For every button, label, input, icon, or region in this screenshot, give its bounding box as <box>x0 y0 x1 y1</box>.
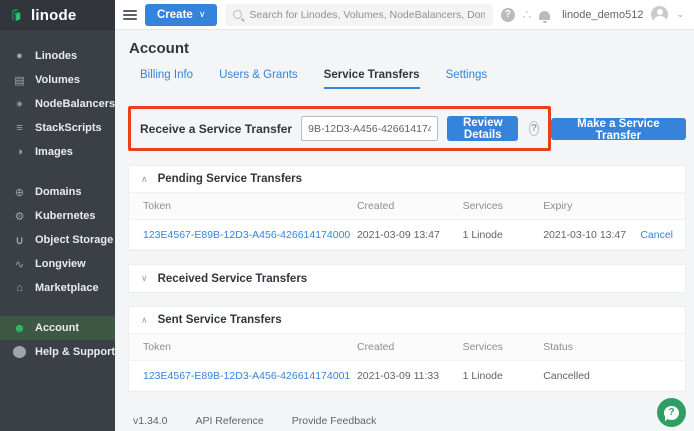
sidebar-item-help-support[interactable]: ? Help & Support <box>0 340 115 364</box>
create-button[interactable]: Create ∨ <box>145 4 217 26</box>
main-content: Account Billing Info Users & Grants Serv… <box>115 30 694 431</box>
tab-settings[interactable]: Settings <box>446 69 488 89</box>
search-icon <box>233 10 242 19</box>
transfer-token-input[interactable] <box>301 116 438 141</box>
transfer-token-link[interactable]: 123E4567-E89B-12D3-A456-426614174000 <box>143 229 350 241</box>
sidebar-item-domains[interactable]: Domains <box>0 180 115 204</box>
domains-icon <box>13 186 26 199</box>
logo-text: linode <box>31 7 76 24</box>
table-row: 123E4567-E89B-12D3-A456-426614174001 202… <box>129 361 685 391</box>
sidebar-item-images[interactable]: Images <box>0 140 115 164</box>
search-input[interactable] <box>249 9 484 21</box>
linode-logo-icon <box>10 8 25 23</box>
sent-transfers-header[interactable]: ∧ Sent Service Transfers <box>129 307 685 334</box>
table-row: 123E4567-E89B-12D3-A456-426614174000 202… <box>129 220 685 250</box>
status-cell: Cancelled <box>543 370 629 382</box>
longview-icon <box>13 258 26 271</box>
volumes-icon <box>13 74 26 87</box>
sidebar-item-longview[interactable]: Longview <box>0 252 115 276</box>
sidebar-item-object-storage[interactable]: Object Storage <box>0 228 115 252</box>
collapse-chevron-icon: ∧ <box>141 174 148 185</box>
profile-chevron-down-icon[interactable]: ⌄ <box>676 9 684 20</box>
search-bar[interactable] <box>225 4 492 26</box>
help-icon: ? <box>13 346 26 358</box>
received-transfers-header[interactable]: ∨ Received Service Transfers <box>129 265 685 292</box>
stackscripts-icon <box>13 122 26 134</box>
community-icon[interactable]: ∴ <box>523 8 531 21</box>
chevron-down-icon: ∨ <box>199 9 206 20</box>
images-icon <box>13 146 26 158</box>
expiry-cell: 2021-03-10 13:47 <box>543 229 629 241</box>
sidebar-item-linodes[interactable]: Linodes <box>0 44 115 68</box>
pending-transfers-panel: ∧ Pending Service Transfers Token Create… <box>128 165 686 251</box>
transfer-token-link[interactable]: 123E4567-E89B-12D3-A456-426614174001 <box>143 370 350 382</box>
tab-billing-info[interactable]: Billing Info <box>140 69 193 89</box>
receive-transfer-highlight-box: Receive a Service Transfer Review Detail… <box>128 106 551 151</box>
avatar[interactable] <box>651 6 668 23</box>
expand-chevron-icon: ∨ <box>141 273 148 284</box>
object-storage-icon <box>13 234 26 247</box>
sidebar-item-volumes[interactable]: Volumes <box>0 68 115 92</box>
footer: v1.34.0 API Reference Provide Feedback <box>128 405 686 427</box>
page-title: Account <box>129 40 686 57</box>
notifications-bell-icon[interactable] <box>539 11 550 20</box>
kubernetes-icon <box>13 210 26 223</box>
services-cell: 1 Linode <box>463 229 544 241</box>
sidebar: linode Linodes Volumes NodeBalancers Sta… <box>0 0 115 431</box>
pending-table-header: Token Created Services Expiry <box>129 193 685 220</box>
provide-feedback-link[interactable]: Provide Feedback <box>292 415 377 427</box>
sidebar-item-kubernetes[interactable]: Kubernetes <box>0 204 115 228</box>
sidebar-item-account[interactable]: Account <box>0 316 115 340</box>
support-chat-button[interactable]: ? <box>657 398 686 427</box>
sidebar-item-nodebalancers[interactable]: NodeBalancers <box>0 92 115 116</box>
help-icon[interactable]: ? <box>501 8 515 22</box>
top-bar: Create ∨ ? ∴ linode_demo512 ⌄ <box>115 0 694 30</box>
menu-icon[interactable] <box>123 10 137 20</box>
question-bubble-icon: ? <box>664 406 679 420</box>
created-cell: 2021-03-09 11:33 <box>357 370 463 382</box>
review-details-button[interactable]: Review Details <box>447 116 518 141</box>
receive-transfer-row: Receive a Service Transfer Review Detail… <box>128 106 686 151</box>
tab-service-transfers[interactable]: Service Transfers <box>324 69 420 89</box>
version-label: v1.34.0 <box>133 415 167 427</box>
services-cell: 1 Linode <box>463 370 544 382</box>
make-service-transfer-button[interactable]: Make a Service Transfer <box>551 118 686 140</box>
cancel-link[interactable]: Cancel <box>640 229 673 241</box>
sidebar-item-stackscripts[interactable]: StackScripts <box>0 116 115 140</box>
nodebalancers-icon <box>13 98 26 111</box>
linode-logo[interactable]: linode <box>0 0 115 30</box>
tab-users-grants[interactable]: Users & Grants <box>219 69 298 89</box>
created-cell: 2021-03-09 13:47 <box>357 229 463 241</box>
account-icon <box>13 321 26 335</box>
account-tabs: Billing Info Users & Grants Service Tran… <box>128 69 686 90</box>
received-transfers-panel: ∨ Received Service Transfers <box>128 264 686 293</box>
help-tooltip-icon[interactable]: ? <box>529 121 538 136</box>
collapse-chevron-icon: ∧ <box>141 315 148 326</box>
marketplace-icon <box>13 282 26 294</box>
sent-transfers-panel: ∧ Sent Service Transfers Token Created S… <box>128 306 686 392</box>
sidebar-item-marketplace[interactable]: Marketplace <box>0 276 115 300</box>
api-reference-link[interactable]: API Reference <box>195 415 263 427</box>
sent-table-header: Token Created Services Status <box>129 334 685 361</box>
linode-icon <box>13 50 26 62</box>
pending-transfers-header[interactable]: ∧ Pending Service Transfers <box>129 166 685 193</box>
username[interactable]: linode_demo512 <box>562 9 643 21</box>
receive-transfer-label: Receive a Service Transfer <box>140 122 292 136</box>
